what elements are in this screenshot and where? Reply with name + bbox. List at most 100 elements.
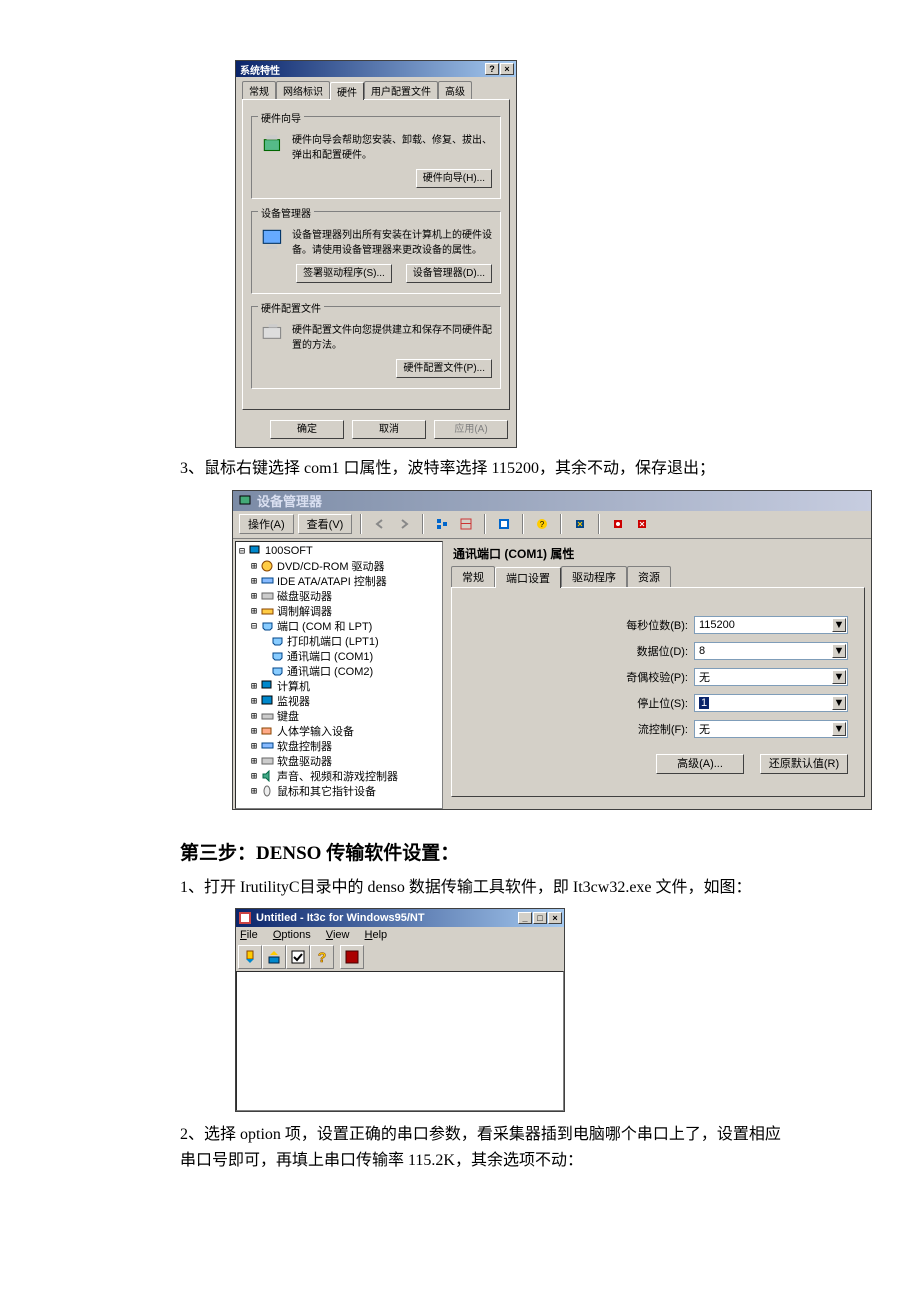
it3c-title-text: Untitled - It3c for Windows95/NT: [256, 912, 425, 924]
back-icon[interactable]: [370, 514, 390, 534]
tree-item[interactable]: 声音、视频和游戏控制器: [275, 768, 398, 784]
menu-action[interactable]: 操作(A): [239, 514, 294, 534]
tree-item[interactable]: 磁盘驱动器: [275, 588, 332, 604]
tab-network[interactable]: 网络标识: [276, 81, 330, 99]
tree-item[interactable]: 软盘驱动器: [275, 753, 332, 769]
it3c-toolbar: ?: [236, 943, 564, 971]
tree-root[interactable]: 100SOFT: [263, 545, 313, 557]
chevron-down-icon[interactable]: ▼: [832, 696, 846, 710]
sign-driver-button[interactable]: 签署驱动程序(S)...: [296, 264, 392, 283]
com1-tab-driver[interactable]: 驱动程序: [561, 566, 627, 587]
menu-options[interactable]: Options: [273, 929, 311, 941]
parity-combo[interactable]: 无▼: [694, 668, 848, 686]
refresh-icon[interactable]: [570, 514, 590, 534]
dialog-title: 系统特性: [240, 62, 280, 77]
computer-root-icon: [248, 545, 263, 558]
uninstall-icon[interactable]: [608, 514, 628, 534]
help-icon[interactable]: ?: [485, 63, 499, 75]
restore-defaults-button[interactable]: 还原默认值(R): [760, 754, 848, 774]
device-manager-desc: 设备管理器列出所有安装在计算机上的硬件设备。请使用设备管理器来更改设备的属性。: [292, 226, 492, 256]
tree-item[interactable]: DVD/CD-ROM 驱动器: [275, 558, 385, 574]
step-3-text: 3、鼠标右键选择 com1 口属性，波特率选择 115200，其余不动，保存退出…: [180, 456, 870, 482]
tree-item[interactable]: 软盘控制器: [275, 738, 332, 754]
forward-icon[interactable]: [394, 514, 414, 534]
hw-profile-button[interactable]: 硬件配置文件(P)...: [396, 359, 492, 378]
cancel-button[interactable]: 取消: [352, 420, 426, 439]
device-manager-button[interactable]: 设备管理器(D)...: [406, 264, 492, 283]
computer-icon: [260, 226, 286, 252]
databits-combo[interactable]: 8▼: [694, 642, 848, 660]
sound-icon: [260, 770, 275, 783]
com1-tab-port[interactable]: 端口设置: [495, 567, 561, 588]
menu-view[interactable]: View: [326, 929, 350, 941]
close-icon[interactable]: ×: [548, 912, 562, 924]
apply-button: 应用(A): [434, 420, 508, 439]
tool-upload-icon[interactable]: [262, 945, 286, 969]
hardware-wizard-button[interactable]: 硬件向导(H)...: [416, 169, 492, 188]
tool-stop-icon[interactable]: [340, 945, 364, 969]
device-manager-window: 设备管理器 操作(A) 查看(V) ? ⊟100SOFT ⊞DVD/CD-ROM…: [232, 490, 872, 810]
ok-button[interactable]: 确定: [270, 420, 344, 439]
chevron-down-icon[interactable]: ▼: [832, 722, 846, 736]
tree-item[interactable]: 调制解调器: [275, 603, 332, 619]
menu-help[interactable]: Help: [365, 929, 388, 941]
menu-file[interactable]: File: [240, 929, 258, 941]
tool-help-icon[interactable]: ?: [310, 945, 334, 969]
list-view-icon[interactable]: [456, 514, 476, 534]
tree-item[interactable]: 通讯端口 (COM2): [285, 663, 373, 679]
com1-tab-general[interactable]: 常规: [451, 566, 495, 587]
tree-item[interactable]: 打印机端口 (LPT1): [285, 633, 379, 649]
tab-strip: 常规 网络标识 硬件 用户配置文件 高级: [242, 81, 510, 99]
tree-item[interactable]: 计算机: [275, 678, 310, 694]
tree-item[interactable]: 人体学输入设备: [275, 723, 354, 739]
bps-combo[interactable]: 115200▼: [694, 616, 848, 634]
chevron-down-icon[interactable]: ▼: [832, 670, 846, 684]
hardware-wizard-desc: 硬件向导会帮助您安装、卸载、修复、拔出、弹出和配置硬件。: [292, 131, 492, 161]
floppy-ctl-icon: [260, 740, 275, 753]
hid-icon: [260, 725, 275, 738]
device-manager-group: 设备管理器列出所有安装在计算机上的硬件设备。请使用设备管理器来更改设备的属性。 …: [251, 211, 501, 294]
dialog-titlebar[interactable]: 系统特性 ? ×: [236, 61, 516, 77]
tool-download-icon[interactable]: [238, 945, 262, 969]
devmgr-titlebar[interactable]: 设备管理器: [233, 491, 871, 511]
device-tree[interactable]: ⊟100SOFT ⊞DVD/CD-ROM 驱动器 ⊞IDE ATA/ATAPI …: [235, 541, 443, 809]
tool-check-icon[interactable]: [286, 945, 310, 969]
keyboard-icon: [260, 710, 275, 723]
advanced-button[interactable]: 高级(A)...: [656, 754, 744, 774]
minimize-icon[interactable]: _: [518, 912, 532, 924]
tree-item[interactable]: 鼠标和其它指针设备: [275, 783, 376, 799]
ide-icon: [260, 575, 275, 588]
scan-icon[interactable]: [632, 514, 652, 534]
help-toolbar-icon[interactable]: ?: [532, 514, 552, 534]
tree-item[interactable]: 端口 (COM 和 LPT): [275, 618, 372, 634]
flow-combo[interactable]: 无▼: [694, 720, 848, 738]
para-1: 1、打开 IrutilityC目录中的 denso 数据传输工具软件，即 It3…: [180, 875, 780, 901]
it3c-titlebar[interactable]: Untitled - It3c for Windows95/NT _ □ ×: [236, 909, 564, 927]
menu-view[interactable]: 查看(V): [298, 514, 353, 534]
tab-advanced[interactable]: 高级: [438, 81, 472, 99]
tree-view-icon[interactable]: [432, 514, 452, 534]
parity-label: 奇偶校验(P):: [626, 669, 688, 685]
chevron-down-icon[interactable]: ▼: [832, 644, 846, 658]
it3c-menubar[interactable]: File Options View Help: [236, 927, 564, 943]
tree-item[interactable]: IDE ATA/ATAPI 控制器: [275, 573, 387, 589]
tab-general[interactable]: 常规: [242, 81, 276, 99]
chevron-down-icon[interactable]: ▼: [832, 618, 846, 632]
stopbits-combo[interactable]: 1▼: [694, 694, 848, 712]
tab-hardware[interactable]: 硬件: [330, 82, 364, 100]
tree-item[interactable]: 键盘: [275, 708, 299, 724]
com1-tab-resource[interactable]: 资源: [627, 566, 671, 587]
close-icon[interactable]: ×: [500, 63, 514, 75]
tree-item[interactable]: 监视器: [275, 693, 310, 709]
modem-icon: [260, 605, 275, 618]
tab-userprofile[interactable]: 用户配置文件: [364, 81, 438, 99]
app-icon: [238, 911, 252, 925]
maximize-icon[interactable]: □: [533, 912, 547, 924]
tree-com1[interactable]: 通讯端口 (COM1): [285, 648, 373, 664]
properties-icon[interactable]: [494, 514, 514, 534]
mouse-icon: [260, 785, 275, 798]
devmgr-title: 设备管理器: [257, 491, 322, 510]
port-icon: [270, 665, 285, 678]
dvd-icon: [260, 560, 275, 573]
para-2: 2、选择 option 项，设置正确的串口参数，看采集器插到电脑哪个串口上了，设…: [180, 1122, 790, 1173]
